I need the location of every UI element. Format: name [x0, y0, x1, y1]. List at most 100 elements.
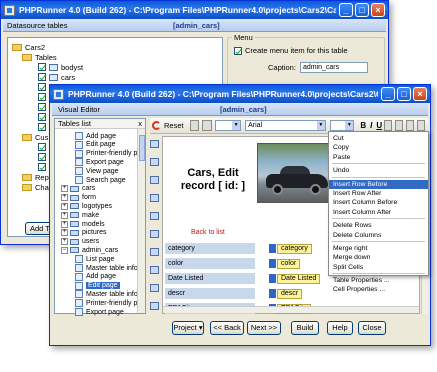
context-menu-item[interactable]: Insert Column Before — [329, 198, 428, 207]
table-checkbox[interactable] — [38, 93, 46, 101]
context-menu-item[interactable]: Delete Columns — [329, 231, 428, 240]
bold-button[interactable]: B — [360, 121, 366, 130]
collapse-icon[interactable]: − — [61, 246, 68, 254]
tree-checkbox-row[interactable] — [38, 92, 49, 102]
field-label[interactable]: Date Listed — [165, 273, 255, 284]
context-menu-item[interactable]: Delete Rows — [329, 221, 428, 230]
context-menu-item[interactable]: Split Cells — [329, 263, 428, 272]
field-control[interactable]: Date Listed — [269, 273, 321, 284]
page-heading[interactable]: Cars, Edit record [ id: ] — [173, 167, 253, 193]
table-checkbox[interactable] — [38, 103, 46, 111]
tree-item-cars[interactable]: cars — [38, 72, 75, 82]
split-cells-icon[interactable] — [150, 248, 159, 256]
tree-checkbox-row[interactable] — [38, 142, 49, 152]
help-button[interactable]: Help — [327, 321, 353, 335]
caption-input[interactable]: admin_cars — [299, 62, 368, 73]
context-menu-item[interactable]: Cut — [329, 134, 428, 143]
field-control[interactable]: color — [269, 258, 301, 269]
context-menu-item[interactable]: Table Properties ... — [329, 276, 428, 285]
back-button[interactable]: << Back — [210, 321, 244, 335]
align-left-icon[interactable] — [406, 120, 415, 131]
project-button[interactable]: Project ▾ — [172, 321, 204, 335]
expand-icon[interactable]: + — [61, 185, 68, 193]
close-icon[interactable]: × — [413, 87, 427, 101]
tree-tables-node[interactable]: Tables — [22, 52, 57, 62]
tree-checkbox-row[interactable] — [38, 152, 49, 162]
tree-reports-node[interactable]: Rep — [22, 172, 49, 182]
scrollbar-thumb[interactable] — [139, 135, 145, 161]
create-menu-item-option[interactable]: Create menu item for this table — [234, 46, 348, 55]
insert-table-icon[interactable] — [150, 140, 159, 148]
table-checkbox[interactable] — [38, 123, 46, 131]
image-icon[interactable] — [202, 120, 212, 131]
font-select[interactable]: Arial ▼ — [245, 120, 326, 131]
tree-custom-node[interactable]: Cus — [22, 132, 48, 142]
text-color-icon[interactable] — [384, 120, 393, 131]
close-button[interactable]: Close — [358, 321, 386, 335]
field-label[interactable]: color — [165, 258, 255, 269]
field-control[interactable]: descr — [269, 288, 303, 299]
find-icon[interactable] — [395, 120, 404, 131]
align-center-icon[interactable] — [417, 120, 425, 131]
minimize-icon[interactable]: _ — [381, 87, 395, 101]
maximize-icon[interactable]: □ — [397, 87, 411, 101]
context-menu-item[interactable]: Insert Column After — [329, 208, 428, 217]
create-menu-item-checkbox[interactable] — [234, 46, 242, 55]
underline-button[interactable]: U — [376, 121, 382, 130]
table-checkbox[interactable] — [38, 113, 46, 121]
build-button[interactable]: Build — [291, 321, 319, 335]
delete-column-icon[interactable] — [150, 212, 159, 220]
table-checkbox[interactable] — [38, 143, 46, 151]
front-window-titlebar[interactable]: PHPRunner 4.0 (Build 262) - C:\Program F… — [50, 85, 430, 103]
context-menu-item[interactable]: Insert Row After — [329, 189, 428, 198]
tables-list[interactable]: Tables list x Add page Edit page Printer-f… — [54, 118, 146, 317]
table-checkbox[interactable] — [38, 83, 46, 91]
tree-charts-node[interactable]: Cha — [22, 182, 49, 192]
close-icon[interactable]: × — [371, 3, 385, 17]
context-menu-item[interactable]: Merge down — [329, 253, 428, 262]
tree-checkbox-row[interactable] — [38, 122, 49, 132]
maximize-icon[interactable]: □ — [355, 3, 369, 17]
merge-cells-icon[interactable] — [150, 230, 159, 238]
tree-checkbox-row[interactable] — [38, 102, 49, 112]
reset-button[interactable]: Reset — [152, 121, 184, 130]
back-to-list-link[interactable]: Back to list — [191, 229, 225, 236]
expand-icon[interactable]: + — [61, 220, 68, 228]
font-size-select[interactable]: ▼ — [329, 120, 355, 131]
style-select[interactable]: ▼ — [214, 120, 242, 131]
field-label[interactable]: category — [165, 243, 255, 254]
insert-image-icon[interactable] — [150, 302, 159, 310]
minimize-icon[interactable]: _ — [339, 3, 353, 17]
expand-icon[interactable]: + — [61, 202, 68, 210]
table-checkbox[interactable] — [38, 63, 46, 71]
tables-list-scrollbar[interactable] — [137, 129, 145, 313]
expand-icon[interactable]: + — [61, 194, 68, 202]
canvas-horizontal-scrollbar[interactable] — [163, 306, 419, 313]
close-panel-icon[interactable]: x — [138, 119, 142, 128]
insert-row-icon[interactable] — [150, 158, 159, 166]
field-label[interactable]: descr — [165, 288, 255, 299]
context-menu[interactable]: Cut Copy Paste Undo Insert Row Before Insert … — [328, 131, 429, 293]
context-menu-item[interactable]: Undo — [329, 166, 428, 175]
delete-row-icon[interactable] — [150, 194, 159, 202]
expand-icon[interactable]: + — [61, 238, 68, 246]
context-menu-item[interactable]: Cell Properties ... — [329, 285, 428, 294]
italic-button[interactable]: I — [370, 121, 372, 130]
car-photo[interactable] — [257, 143, 337, 203]
tables-list-item[interactable]: Export page — [75, 307, 124, 317]
table-checkbox[interactable] — [38, 163, 46, 171]
context-menu-item[interactable]: Merge right — [329, 244, 428, 253]
expand-icon[interactable]: + — [61, 211, 68, 219]
field-control[interactable]: category — [269, 243, 312, 254]
tree-item-bodyst[interactable]: bodyst — [38, 62, 83, 72]
back-window-titlebar[interactable]: PHPRunner 4.0 (Build 262) - C:\Program F… — [1, 1, 388, 19]
tree-checkbox-row[interactable] — [38, 112, 49, 122]
next-button[interactable]: Next >> — [247, 321, 281, 335]
table-properties-icon[interactable] — [150, 284, 159, 292]
context-menu-item[interactable]: Insert Row Before — [329, 179, 428, 189]
table-checkbox[interactable] — [38, 153, 46, 161]
tree-checkbox-row[interactable] — [38, 162, 49, 172]
tree-root[interactable]: Cars2 — [12, 42, 45, 52]
context-menu-item[interactable]: Paste — [329, 153, 428, 162]
table-checkbox[interactable] — [38, 73, 46, 81]
